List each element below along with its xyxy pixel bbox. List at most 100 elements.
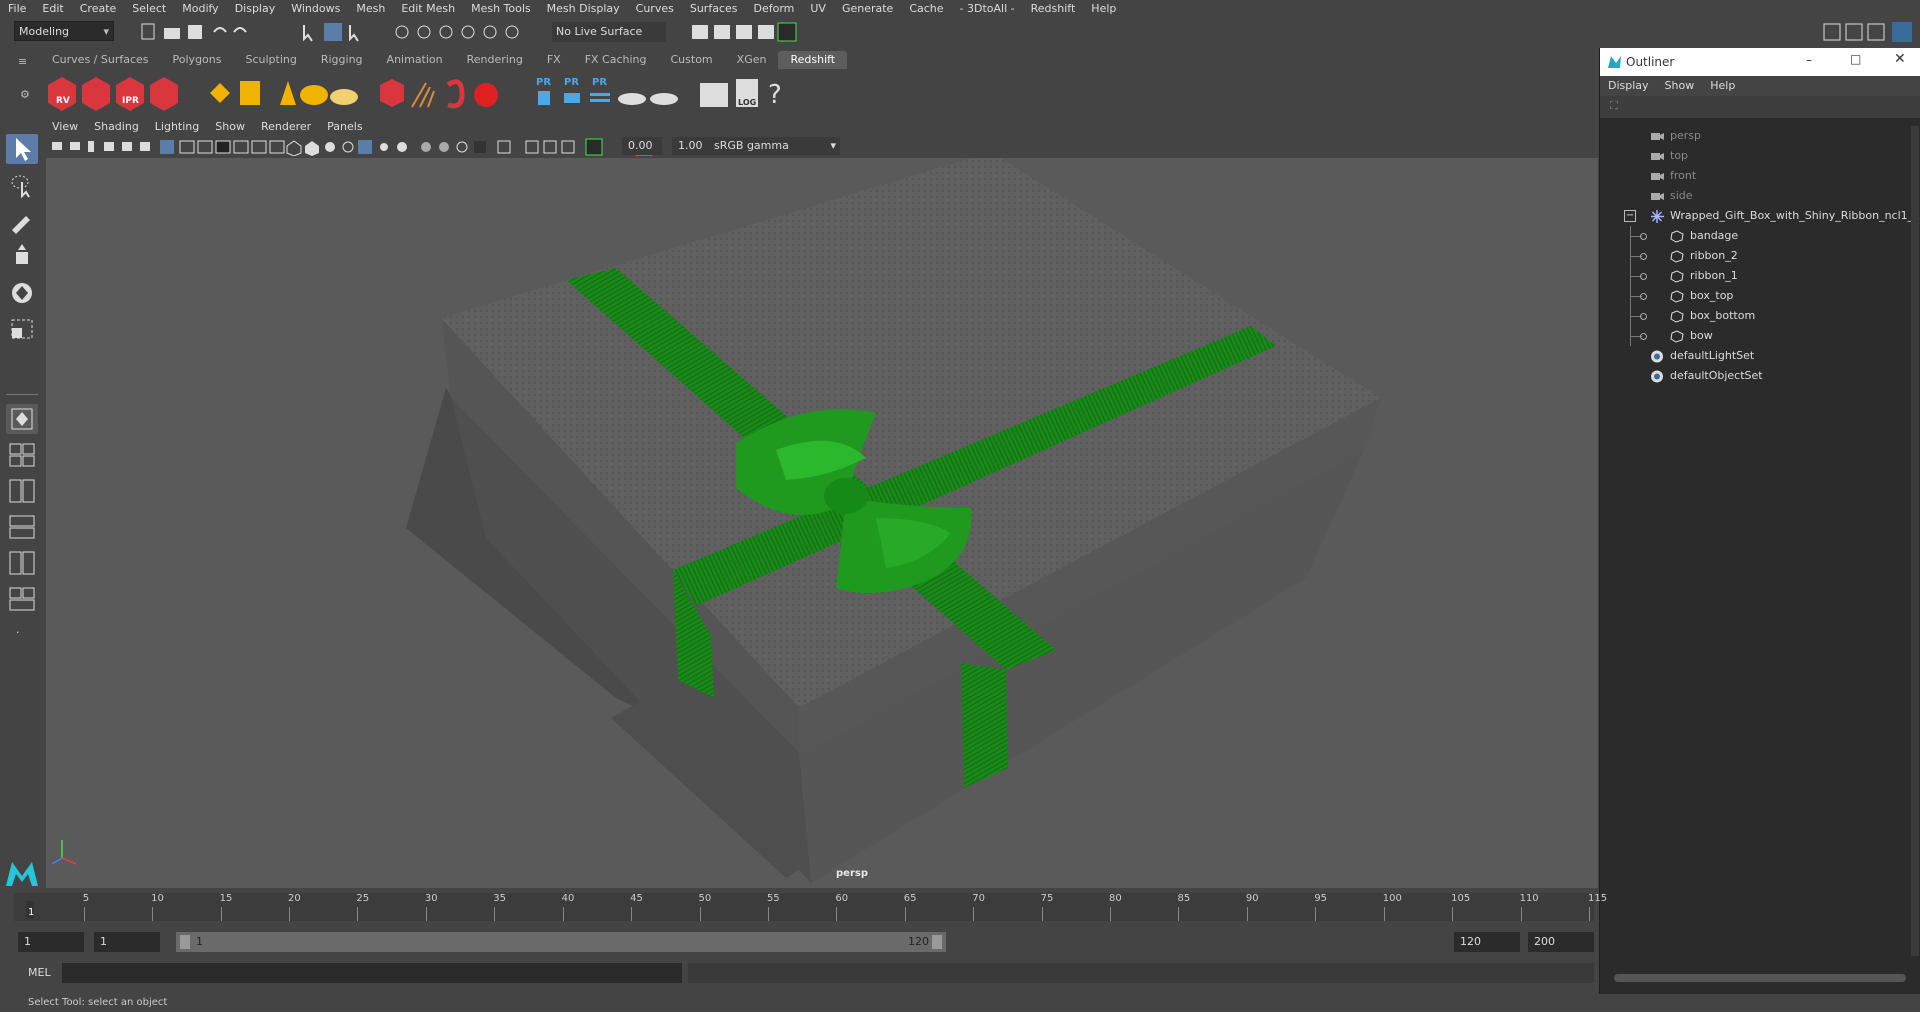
- viewport-menu-lighting[interactable]: Lighting: [147, 118, 207, 136]
- shelf-options-icon[interactable]: ≡: [18, 55, 27, 68]
- menu-create[interactable]: Create: [72, 0, 125, 18]
- select-tool-button[interactable]: [6, 134, 38, 164]
- menu-deform[interactable]: Deform: [745, 0, 802, 18]
- viewport-menu-show[interactable]: Show: [207, 118, 253, 136]
- shelf-tab-rendering[interactable]: Rendering: [455, 51, 535, 69]
- outliner-item-wrapped-gift-box-with-shiny-ribbon-ncl1-1[interactable]: − Wrapped_Gift_Box_with_Shiny_Ribbon_ncl1…: [1610, 206, 1920, 226]
- close-icon[interactable]: ✕: [1894, 51, 1906, 67]
- outliner-menu-help[interactable]: Help: [1702, 76, 1743, 96]
- single-perspective-layout-button[interactable]: [6, 404, 38, 434]
- playback-end-field[interactable]: 120: [1454, 932, 1520, 952]
- visibility-icon[interactable]: [1640, 293, 1647, 300]
- render-view-button[interactable]: RV: [48, 77, 76, 111]
- menu-redshift[interactable]: Redshift: [1023, 0, 1084, 18]
- outliner-item-persp[interactable]: persp: [1610, 126, 1920, 146]
- menu-mesh-tools[interactable]: Mesh Tools: [463, 0, 539, 18]
- paint-select-tool-button[interactable]: [6, 206, 38, 236]
- outliner-item-bandage[interactable]: bandage: [1610, 226, 1920, 246]
- visibility-icon[interactable]: [1640, 333, 1647, 340]
- collapse-icon[interactable]: −: [1624, 210, 1636, 222]
- command-input[interactable]: [62, 963, 682, 983]
- menu-select[interactable]: Select: [124, 0, 174, 18]
- shelf-tab-polygons[interactable]: Polygons: [161, 51, 234, 69]
- menu-modify[interactable]: Modify: [174, 0, 226, 18]
- shelf-tab-animation[interactable]: Animation: [375, 51, 455, 69]
- filter-icon[interactable]: ⛶: [1610, 99, 1618, 113]
- viewport-menu-renderer[interactable]: Renderer: [253, 118, 319, 136]
- shelf-tab-xgen[interactable]: XGen: [725, 51, 779, 69]
- stacked-layout-button[interactable]: [6, 512, 38, 542]
- start-time-field[interactable]: 1: [18, 932, 84, 952]
- persp-graph-layout-button[interactable]: [6, 548, 38, 578]
- menu-help[interactable]: Help: [1083, 0, 1124, 18]
- time-slider[interactable]: 1 5 10 15 20 25 30 35 40 45 50 55 60 65 70 75 80 85 90 95 1…: [0, 889, 1607, 923]
- outliner-item-box-top[interactable]: box_top: [1610, 286, 1920, 306]
- menu-edit-mesh[interactable]: Edit Mesh: [393, 0, 463, 18]
- outliner-item-front[interactable]: front: [1610, 166, 1920, 186]
- mode-selector[interactable]: Modeling ▾: [14, 21, 114, 41]
- menu-mesh-display[interactable]: Mesh Display: [539, 0, 628, 18]
- colorspace-dropdown[interactable]: sRGB gamma ▾: [708, 137, 840, 155]
- outliner-item-ribbon-1[interactable]: ribbon_1: [1610, 266, 1920, 286]
- range-start-handle[interactable]: [180, 935, 190, 949]
- exposure-field[interactable]: 0.00: [622, 137, 662, 155]
- move-tool-button[interactable]: [6, 242, 38, 272]
- outliner-horizontal-scrollbar[interactable]: [1614, 974, 1906, 982]
- outliner-menu-show[interactable]: Show: [1657, 76, 1703, 96]
- menu-cache[interactable]: Cache: [901, 0, 951, 18]
- shelf-tab-redshift[interactable]: Redshift: [778, 51, 848, 69]
- outliner-item-box-bottom[interactable]: box_bottom: [1610, 306, 1920, 326]
- menu-file[interactable]: File: [0, 0, 34, 18]
- shelf-tab-fx-caching[interactable]: FX Caching: [573, 51, 659, 69]
- viewport-persp[interactable]: persp: [46, 158, 1598, 888]
- pr-button-1[interactable]: PR: [536, 77, 551, 105]
- outliner-menu-display[interactable]: Display: [1600, 76, 1657, 96]
- outliner-item-side[interactable]: side: [1610, 186, 1920, 206]
- visibility-icon[interactable]: [1640, 253, 1647, 260]
- menu-windows[interactable]: Windows: [283, 0, 348, 18]
- visibility-icon[interactable]: [1640, 233, 1647, 240]
- shelf-gear-icon[interactable]: ⚙: [20, 88, 30, 101]
- range-slider[interactable]: 1 120: [176, 932, 946, 952]
- rotate-tool-button[interactable]: [6, 278, 38, 308]
- outliner-layout-button[interactable]: [6, 584, 38, 614]
- menu-generate[interactable]: Generate: [834, 0, 901, 18]
- pr-button-2[interactable]: PR: [564, 77, 580, 103]
- viewport-menu-shading[interactable]: Shading: [86, 118, 147, 136]
- live-surface-field[interactable]: No Live Surface: [552, 22, 666, 42]
- toolbox-expand-icon[interactable]: ·: [16, 626, 20, 639]
- playback-start-field[interactable]: 1: [94, 932, 160, 952]
- lasso-tool-button[interactable]: [6, 170, 38, 200]
- visibility-icon[interactable]: [1640, 273, 1647, 280]
- outliner-item-top[interactable]: top: [1610, 146, 1920, 166]
- outliner-item-ribbon-2[interactable]: ribbon_2: [1610, 246, 1920, 266]
- pr-button-3[interactable]: PR: [590, 77, 610, 102]
- mel-label[interactable]: MEL: [28, 966, 51, 979]
- ipr-button[interactable]: IPR: [116, 77, 144, 111]
- menu-uv[interactable]: UV: [802, 0, 834, 18]
- rs-log-button[interactable]: LOG: [736, 79, 758, 107]
- shelf-tab-fx[interactable]: FX: [535, 51, 573, 69]
- visibility-icon[interactable]: [1640, 313, 1647, 320]
- viewport-menu-view[interactable]: View: [44, 118, 86, 136]
- scale-tool-button[interactable]: [6, 314, 38, 344]
- outliner-item-defaultobjectset[interactable]: defaultObjectSet: [1610, 366, 1920, 386]
- shelf-tab-rigging[interactable]: Rigging: [309, 51, 375, 69]
- shelf-tab-curves-surfaces[interactable]: Curves / Surfaces: [40, 51, 161, 69]
- menu-display[interactable]: Display: [227, 0, 284, 18]
- shelf-tab-sculpting[interactable]: Sculpting: [233, 51, 308, 69]
- end-time-field[interactable]: 200: [1528, 932, 1594, 952]
- menu-edit[interactable]: Edit: [34, 0, 71, 18]
- outliner-item-defaultlightset[interactable]: defaultLightSet: [1610, 346, 1920, 366]
- maximize-icon[interactable]: □: [1850, 52, 1861, 66]
- side-by-side-layout-button[interactable]: [6, 476, 38, 506]
- minimize-icon[interactable]: –: [1806, 53, 1812, 67]
- range-end-handle[interactable]: [932, 935, 942, 949]
- shelf-tab-custom[interactable]: Custom: [659, 51, 725, 69]
- outliner-vertical-scrollbar[interactable]: [1911, 126, 1919, 956]
- gamma-field[interactable]: 1.00: [672, 137, 712, 155]
- viewport-menu-panels[interactable]: Panels: [319, 118, 370, 136]
- menu-surfaces[interactable]: Surfaces: [682, 0, 746, 18]
- outliner-item-bow[interactable]: bow: [1610, 326, 1920, 346]
- menu-curves[interactable]: Curves: [628, 0, 682, 18]
